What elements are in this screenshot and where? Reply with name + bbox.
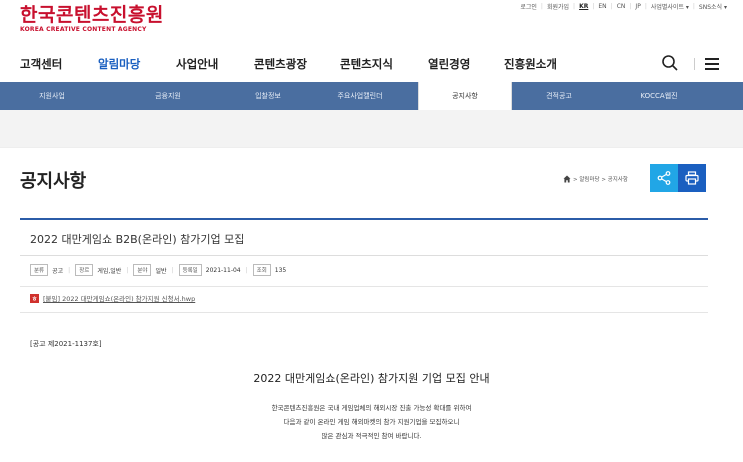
share-icon (657, 171, 671, 185)
print-button[interactable] (678, 164, 706, 192)
subnav-support-projects[interactable]: 지원사업 (0, 82, 104, 110)
main-navigation: 고객센터 알림마당 사업안내 콘텐츠광장 콘텐츠지식 열린경영 진흥원소개 (0, 50, 743, 76)
meta-views-value: 135 (274, 266, 287, 274)
meta-date-label: 등록일 (178, 264, 202, 276)
meta-genre-label: 장르 (75, 264, 94, 276)
subnav-notices[interactable]: 공지사항 (418, 82, 512, 112)
nav-customer-center[interactable]: 고객센터 (20, 56, 62, 72)
meta-category-value: 공고 (52, 267, 64, 275)
article-header: 2022 대만게임쇼 B2B(온라인) 참가기업 모집 (20, 218, 708, 256)
attachment-link[interactable]: [붙임] 2022 대만게임쇼(온라인) 참가지원 신청서.hwp (43, 293, 195, 303)
page-title: 공지사항 (20, 171, 87, 192)
lang-cn-link[interactable]: CN (613, 3, 630, 10)
divider: | (68, 266, 71, 274)
nav-content-knowledge[interactable]: 콘텐츠지식 (340, 56, 393, 72)
subnav-bid-info[interactable]: 입찰정보 (216, 82, 320, 110)
lang-en-link[interactable]: EN (594, 3, 610, 10)
attachment-row: ㅎ [붙임] 2022 대만게임쇼(온라인) 참가지원 신청서.hwp (30, 293, 195, 303)
breadcrumb: > 알림마당 > 공지사항 (563, 175, 628, 183)
nav-content-plaza[interactable]: 콘텐츠광장 (254, 56, 307, 72)
home-icon[interactable] (563, 175, 571, 183)
printer-icon (685, 171, 699, 185)
divider (20, 312, 708, 313)
body-line: 한국콘텐츠진흥원은 국내 게임업체의 해외시장 진출 가능성 확대를 위하여 (271, 404, 472, 412)
lang-kr-link[interactable]: KR (575, 3, 592, 10)
signup-link[interactable]: 회원가입 (543, 2, 573, 11)
subnav-financial-support[interactable]: 금융지원 (116, 82, 220, 110)
utility-links: 로그인 | 회원가입 | KR | EN | CN | JP | 사업별사이트 ▾ | SNS… (516, 0, 731, 12)
divider: | (126, 266, 129, 274)
share-button[interactable] (650, 164, 678, 192)
meta-category-label: 분류 (30, 264, 49, 276)
nav-business-guide[interactable]: 사업안내 (176, 56, 218, 72)
meta-field-value: 일반 (155, 267, 167, 275)
subnav-kocca-webzine[interactable]: KOCCA웹진 (612, 82, 706, 110)
sub-navigation: 지원사업 금융지원 입찰정보 주요사업캘린더 공지사항 견적공고 KOCCA웹진 (0, 82, 743, 112)
meta-views-label: 조회 (252, 264, 271, 276)
body-title: 2022 대만게임쇼(온라인) 참가지원 기업 모집 안내 (253, 372, 490, 385)
logo-korean: 한국콘텐츠진흥원 (20, 4, 164, 26)
header-band (0, 110, 743, 148)
body-line: 다음과 같이 온라인 게임 해외마켓의 참가 지원기업을 모집하오니 (283, 418, 460, 426)
sns-news-dropdown[interactable]: SNS소식 ▾ (695, 2, 731, 11)
login-link[interactable]: 로그인 (516, 2, 541, 11)
article-title: 2022 대만게임쇼 B2B(온라인) 참가기업 모집 (30, 233, 245, 246)
lang-jp-link[interactable]: JP (631, 3, 644, 10)
meta-field-label: 분야 (133, 264, 152, 276)
subnav-business-calendar[interactable]: 주요사업캘린더 (308, 82, 412, 110)
subnav-quote-notices[interactable]: 견적공고 (512, 82, 606, 110)
nav-notifications[interactable]: 알림마당 (98, 56, 140, 72)
site-logo[interactable]: 한국콘텐츠진흥원 KOREA CREATIVE CONTENT AGENCY (20, 4, 164, 33)
divider (694, 58, 695, 70)
divider (20, 286, 708, 287)
meta-date-value: 2021-11-04 (205, 266, 241, 274)
hamburger-menu-icon[interactable] (705, 58, 719, 70)
nav-open-management[interactable]: 열린경영 (428, 56, 470, 72)
hwp-file-icon: ㅎ (30, 293, 39, 303)
meta-genre-value: 게임,일반 (97, 267, 122, 275)
logo-english: KOREA CREATIVE CONTENT AGENCY (20, 26, 147, 33)
nav-agency-intro[interactable]: 진흥원소개 (504, 56, 557, 72)
article-meta: 분류 공고 | 장르 게임,일반 | 분야 일반 | 등록일 2021-11-0… (30, 264, 290, 276)
divider: | (245, 266, 248, 274)
body-line: 많은 관심과 적극적인 참여 바랍니다. (321, 432, 422, 440)
breadcrumb-path: > 알림마당 > 공지사항 (573, 177, 628, 183)
business-sites-dropdown[interactable]: 사업별사이트 ▾ (647, 2, 693, 11)
notice-number: [공고 제2021-1137호] (30, 340, 102, 348)
search-icon[interactable] (661, 54, 679, 72)
divider: | (171, 266, 174, 274)
